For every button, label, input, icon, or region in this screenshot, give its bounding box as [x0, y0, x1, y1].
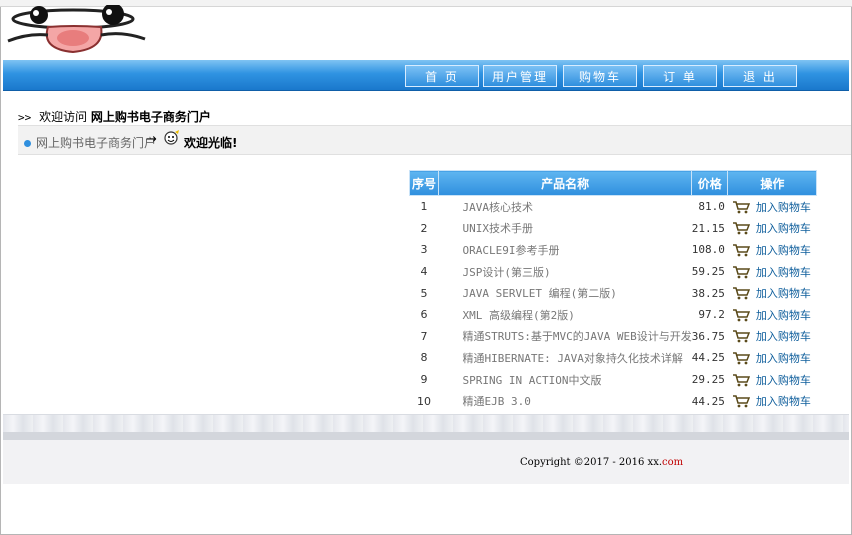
table-row: 3 ORACLE9I参考手册 108.0 加入购物车 [410, 239, 817, 261]
breadcrumb-arrow: → [146, 132, 157, 147]
table-row: 6 XML 高级编程(第2版) 97.2 加入购物车 [410, 304, 817, 326]
welcome-prefix: 欢迎访问 [39, 110, 88, 124]
shopping-cart-icon [732, 330, 750, 343]
table-row: 7 精通STRUTS:基于MVC的JAVA WEB设计与开发 36.75 加入购物车 [410, 326, 817, 348]
row-action: 加入购物车 [728, 304, 817, 326]
row-index: 1 [420, 200, 428, 214]
row-product-name: UNIX技术手册 [462, 222, 534, 236]
copyright-domain: com [662, 457, 684, 468]
row-price: 59.25 [691, 265, 725, 279]
row-index: 7 [420, 329, 428, 343]
shopping-cart-icon [732, 222, 750, 235]
breadcrumb: 网上购书电子商务门户 → 欢迎光临! [18, 125, 851, 155]
welcome-line: >> 欢迎访问 网上购书电子商务门户 [18, 108, 211, 125]
double-chevron-icon: >> [18, 111, 32, 124]
row-price: 38.25 [691, 286, 725, 300]
shopping-cart-icon [732, 373, 750, 386]
row-product-name: 精通STRUTS:基于MVC的JAVA WEB设计与开发 [462, 330, 692, 344]
row-price: 44.25 [691, 394, 725, 408]
row-action: 加入购物车 [728, 369, 817, 391]
shopping-cart-icon [732, 287, 750, 300]
shopping-cart-icon [732, 309, 750, 322]
smiley-face-icon [164, 130, 179, 145]
row-action: 加入购物车 [728, 196, 817, 218]
row-product-name: 精通EJB 3.0 [462, 395, 531, 409]
add-to-cart-link[interactable]: 加入购物车 [756, 222, 811, 235]
shopping-cart-icon [732, 244, 750, 257]
row-index: 9 [420, 373, 428, 387]
footer: Copyright ©2017 - 2016 xx.com [3, 440, 849, 484]
row-action: 加入购物车 [728, 326, 817, 348]
row-index: 4 [420, 265, 428, 279]
blue-dot-icon [24, 140, 31, 147]
row-action: 加入购物车 [728, 218, 817, 240]
add-to-cart-link[interactable]: 加入购物车 [756, 201, 811, 214]
nav-logout-button[interactable]: 退 出 [723, 65, 797, 87]
add-to-cart-link[interactable]: 加入购物车 [756, 374, 811, 387]
table-row: 5 JAVA SERVLET 编程(第二版) 38.25 加入购物车 [410, 282, 817, 304]
cartoon-face-logo [7, 5, 146, 54]
add-to-cart-link[interactable]: 加入购物车 [756, 266, 811, 279]
row-price: 97.2 [698, 308, 725, 322]
table-row: 9 SPRING IN ACTION中文版 29.25 加入购物车 [410, 369, 817, 391]
row-price: 44.25 [691, 351, 725, 365]
shopping-cart-icon [732, 201, 750, 214]
table-row: 10 精通EJB 3.0 44.25 加入购物车 [410, 390, 817, 412]
row-price: 29.25 [691, 373, 725, 387]
nav-cart-button[interactable]: 购物车 [563, 65, 637, 87]
row-product-name: JAVA SERVLET 编程(第二版) [462, 287, 617, 301]
product-table: 序号 产品名称 价格 操作 1 JAVA核心技术 81.0 加入购物车 2 UNIX技术手… [409, 170, 818, 412]
row-action: 加入购物车 [728, 347, 817, 369]
greeting-text: 欢迎光临! [184, 136, 238, 150]
row-product-name: 精通HIBERNATE: JAVA对象持久化技术详解 [462, 351, 683, 365]
row-index: 2 [420, 221, 428, 235]
shopping-cart-icon [732, 395, 750, 408]
add-to-cart-link[interactable]: 加入购物车 [756, 352, 811, 365]
add-to-cart-link[interactable]: 加入购物车 [756, 244, 811, 257]
table-row: 2 UNIX技术手册 21.15 加入购物车 [410, 218, 817, 240]
nav-user-management-button[interactable]: 用户管理 [483, 65, 557, 87]
add-to-cart-link[interactable]: 加入购物车 [756, 309, 811, 322]
row-action: 加入购物车 [728, 261, 817, 283]
row-index: 10 [417, 394, 431, 408]
row-action: 加入购物车 [728, 282, 817, 304]
row-product-name: SPRING IN ACTION中文版 [462, 373, 602, 387]
nav-bar: 首 页 用户管理 购物车 订 单 退 出 [3, 60, 849, 91]
decorative-divider [3, 414, 849, 440]
row-index: 3 [420, 243, 428, 257]
row-product-name: JSP设计(第三版) [462, 265, 551, 279]
row-index: 5 [420, 286, 428, 300]
add-to-cart-link[interactable]: 加入购物车 [756, 395, 811, 408]
table-header-row: 序号 产品名称 价格 操作 [409, 170, 818, 196]
nav-orders-button[interactable]: 订 单 [643, 65, 717, 87]
row-price: 21.15 [691, 221, 725, 235]
header-index: 序号 [409, 170, 439, 196]
row-price: 36.75 [691, 329, 725, 343]
copyright-text: Copyright ©2017 - 2016 xx.com [520, 457, 684, 468]
row-product-name: ORACLE9I参考手册 [462, 243, 560, 257]
header-action: 操作 [727, 170, 818, 196]
table-row: 1 JAVA核心技术 81.0 加入购物车 [410, 196, 817, 218]
row-action: 加入购物车 [728, 390, 817, 412]
row-action: 加入购物车 [728, 239, 817, 261]
add-to-cart-link[interactable]: 加入购物车 [756, 287, 811, 300]
table-row: 4 JSP设计(第三版) 59.25 加入购物车 [410, 261, 817, 283]
breadcrumb-home-link[interactable]: 网上购书电子商务门户 [36, 134, 156, 151]
row-index: 8 [420, 351, 428, 365]
row-price: 108.0 [691, 243, 725, 257]
row-price: 81.0 [698, 200, 725, 214]
row-product-name: JAVA核心技术 [462, 200, 534, 214]
shopping-cart-icon [732, 352, 750, 365]
header-price: 价格 [691, 170, 729, 196]
shopping-cart-icon [732, 265, 750, 278]
header-product-name: 产品名称 [437, 170, 693, 196]
add-to-cart-link[interactable]: 加入购物车 [756, 330, 811, 343]
row-index: 6 [420, 308, 428, 322]
row-product-name: XML 高级编程(第2版) [462, 308, 575, 322]
nav-home-button[interactable]: 首 页 [405, 65, 479, 87]
site-name: 网上购书电子商务门户 [90, 110, 211, 124]
table-row: 8 精通HIBERNATE: JAVA对象持久化技术详解 44.25 加入购物车 [410, 347, 817, 369]
